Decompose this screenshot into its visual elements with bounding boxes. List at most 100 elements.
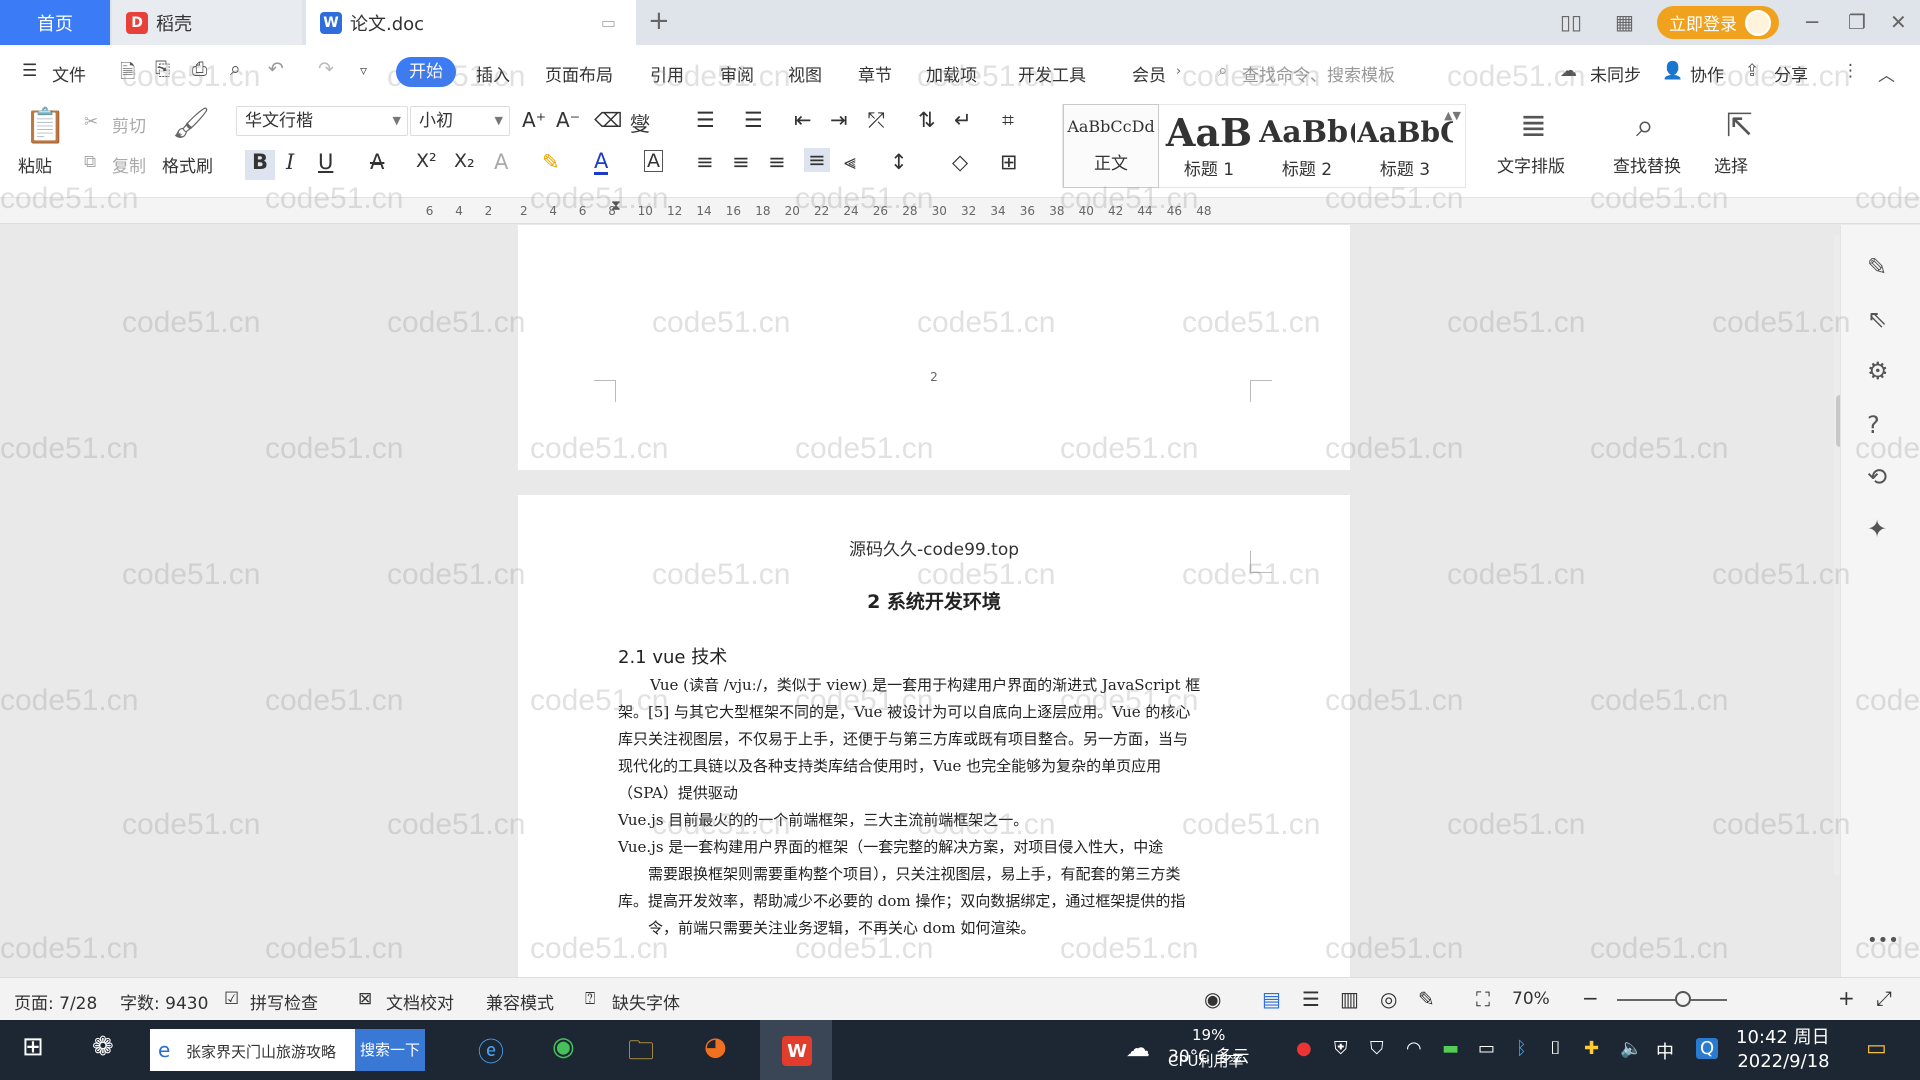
print-preview-icon[interactable]: ⌕ bbox=[230, 58, 241, 80]
tray-app-icon[interactable]: ● bbox=[1296, 1038, 1312, 1059]
menu-more-icon[interactable]: › bbox=[1176, 64, 1181, 79]
notification-icon[interactable]: ▭ bbox=[1866, 1036, 1887, 1061]
horizontal-ruler[interactable]: 6 4 2 2 4 6 8 10 12 14 16 18 20 22 24 26 28 30 32 34 36 38 40 4… bbox=[0, 198, 1920, 224]
share-button[interactable]: 分享 bbox=[1774, 61, 1808, 86]
format-painter-button[interactable]: 格式刷 bbox=[162, 152, 213, 177]
grow-font-icon[interactable]: A⁺ bbox=[522, 108, 546, 132]
menu-hamburger-icon[interactable]: ☰ bbox=[22, 61, 37, 81]
wifi-icon[interactable]: ◠ bbox=[1406, 1038, 1422, 1059]
paste-icon[interactable]: 📋 bbox=[24, 106, 66, 146]
bold-icon[interactable]: B bbox=[245, 150, 275, 180]
menu-chapter[interactable]: 章节 bbox=[858, 61, 892, 86]
minimize-icon[interactable]: ─ bbox=[1806, 10, 1818, 34]
align-right-icon[interactable]: ≡ bbox=[768, 150, 786, 174]
collab-button[interactable]: 协作 bbox=[1690, 61, 1724, 86]
login-button[interactable]: 立即登录 bbox=[1657, 6, 1779, 39]
eye-protect-icon[interactable]: ◉ bbox=[1204, 987, 1221, 1011]
tray-security-icon[interactable]: ⛨ bbox=[1334, 1038, 1348, 1059]
line-spacing-icon[interactable]: ↕ bbox=[890, 150, 908, 174]
menu-addins[interactable]: 加载项 bbox=[926, 61, 977, 86]
taskbar-search-button[interactable]: 搜索一下 bbox=[355, 1029, 425, 1071]
style-heading1[interactable]: AaB 标题 1 bbox=[1161, 111, 1257, 191]
bluetooth-icon[interactable]: ᛒ bbox=[1516, 1038, 1527, 1059]
select-button[interactable]: 选择 bbox=[1714, 152, 1748, 177]
clear-format-icon[interactable]: ⌫ bbox=[594, 108, 622, 132]
layout-icon[interactable]: ▯▯ bbox=[1560, 10, 1582, 34]
style-normal[interactable]: AaBbCcDd 正文 bbox=[1063, 104, 1159, 188]
menu-developer[interactable]: 开发工具 bbox=[1018, 61, 1086, 86]
cut-button[interactable]: 剪切 bbox=[112, 112, 146, 137]
find-replace-icon[interactable]: ⌕ bbox=[1636, 106, 1654, 145]
superscript-icon[interactable]: X² bbox=[416, 150, 437, 172]
borders-icon[interactable]: ⊞ bbox=[1000, 150, 1018, 174]
font-select[interactable]: 华文行楷 ▼ bbox=[236, 106, 408, 136]
current-page[interactable]: 源码久久-code99.top 2 系统开发环境 2.1 vue 技术 Vue … bbox=[518, 495, 1350, 977]
numbered-list-icon[interactable]: ☰ bbox=[744, 108, 763, 132]
phonetic-guide-icon[interactable]: 燮 bbox=[630, 108, 650, 137]
distributed-icon[interactable]: ⫷ bbox=[844, 150, 856, 175]
cursor-icon[interactable]: ⇖ bbox=[1867, 305, 1887, 333]
zoom-out-icon[interactable]: − bbox=[1582, 986, 1599, 1010]
text-layout-button[interactable]: 文字排版 bbox=[1497, 152, 1565, 177]
ime-indicator[interactable]: 中 bbox=[1656, 1038, 1674, 1064]
pinned-app-icon[interactable]: ❁ bbox=[92, 1032, 114, 1062]
bullet-list-icon[interactable]: ☰ bbox=[696, 108, 715, 132]
copy-button[interactable]: 复制 bbox=[112, 152, 146, 177]
adjust-icon[interactable]: ⚙ bbox=[1867, 357, 1889, 385]
font-size-select[interactable]: 小初 ▼ bbox=[410, 106, 510, 136]
menu-view[interactable]: 视图 bbox=[788, 61, 822, 86]
browser-green-icon[interactable]: ◉ bbox=[552, 1032, 575, 1062]
style-heading3[interactable]: AaBbC 标题 3 bbox=[1357, 111, 1453, 191]
font-color-icon[interactable]: A bbox=[594, 150, 609, 175]
pen-icon[interactable]: ✎ bbox=[1867, 253, 1887, 281]
find-replace-button[interactable]: 查找替换 bbox=[1613, 152, 1681, 177]
window-mode-icon[interactable]: ▭ bbox=[601, 13, 616, 32]
menu-insert[interactable]: 插入 bbox=[476, 61, 510, 86]
sort-icon[interactable]: ⇅ bbox=[918, 108, 936, 132]
format-painter-icon[interactable]: 🖌 bbox=[172, 106, 210, 141]
new-tab-icon[interactable]: + bbox=[648, 6, 670, 36]
quick-access-dropdown-icon[interactable]: ▿ bbox=[360, 63, 367, 79]
reading-view-icon[interactable]: ▥ bbox=[1340, 987, 1359, 1011]
increase-indent-icon[interactable]: ⇥ bbox=[830, 108, 848, 132]
document-area[interactable]: 2 源码久久-code99.top 2 系统开发环境 2.1 vue 技术 Vu… bbox=[0, 225, 1840, 977]
text-direction-icon[interactable]: ↵ bbox=[954, 108, 972, 132]
style-scroll-icon[interactable]: ▲▼ bbox=[1444, 109, 1461, 122]
taskbar-clock[interactable]: 10:42 周日 2022/9/18 bbox=[1736, 1026, 1830, 1074]
export-icon[interactable]: ⎘ bbox=[155, 58, 170, 80]
style-heading2[interactable]: AaBb( 标题 2 bbox=[1259, 111, 1355, 191]
char-border-icon[interactable]: A bbox=[644, 150, 663, 172]
backup-icon[interactable]: ⟲ bbox=[1867, 463, 1887, 491]
tab-document[interactable]: W 论文.doc ▭ bbox=[306, 0, 636, 45]
select-cursor-icon[interactable]: ⇱ bbox=[1726, 106, 1753, 144]
zoom-in-icon[interactable]: + bbox=[1838, 986, 1855, 1010]
usb-icon[interactable]: ⌷ bbox=[1550, 1038, 1561, 1059]
zoom-slider-handle[interactable] bbox=[1675, 991, 1691, 1007]
justify-icon[interactable]: ≡ bbox=[804, 148, 830, 172]
tab-home[interactable]: 首页 bbox=[0, 0, 110, 45]
tray-gpu-icon[interactable]: ▬ bbox=[1442, 1038, 1459, 1059]
spell-check-button[interactable]: 拼写检查 bbox=[250, 989, 318, 1014]
close-icon[interactable]: ✕ bbox=[1890, 10, 1907, 34]
sync-status[interactable]: 未同步 bbox=[1590, 61, 1641, 86]
windows-start-icon[interactable]: ⊞ bbox=[22, 1032, 44, 1062]
text-layout-icon[interactable]: ≣ bbox=[1520, 106, 1547, 144]
volume-icon[interactable]: 🔈 bbox=[1620, 1038, 1642, 1059]
zoom-level[interactable]: 70% bbox=[1512, 989, 1550, 1009]
sidebar-more-icon[interactable]: ••• bbox=[1867, 930, 1899, 951]
ai-icon[interactable]: ✦ bbox=[1867, 515, 1887, 543]
shading-icon[interactable]: ◇ bbox=[952, 150, 968, 174]
help-icon[interactable]: ? bbox=[1867, 411, 1880, 439]
page-view-icon[interactable]: ▤ bbox=[1262, 987, 1281, 1011]
proof-button[interactable]: 文档校对 bbox=[386, 989, 454, 1014]
tray-shield-icon[interactable]: ⛉ bbox=[1370, 1038, 1384, 1059]
taskbar-search[interactable]: e 张家界天门山旅游攻略 搜索一下 bbox=[150, 1029, 425, 1071]
strikethrough-icon[interactable]: A bbox=[370, 150, 384, 174]
fit-page-icon[interactable]: ⛶ bbox=[1476, 987, 1490, 1011]
undo-icon[interactable]: ↶ bbox=[268, 58, 284, 80]
zoom-slider[interactable] bbox=[1617, 999, 1727, 1001]
ie-browser-icon[interactable]: ⓔ bbox=[478, 1032, 504, 1069]
menu-member[interactable]: 会员 bbox=[1132, 61, 1166, 86]
outline-view-icon[interactable]: ☰ bbox=[1302, 987, 1320, 1011]
menu-page-layout[interactable]: 页面布局 bbox=[545, 61, 613, 86]
